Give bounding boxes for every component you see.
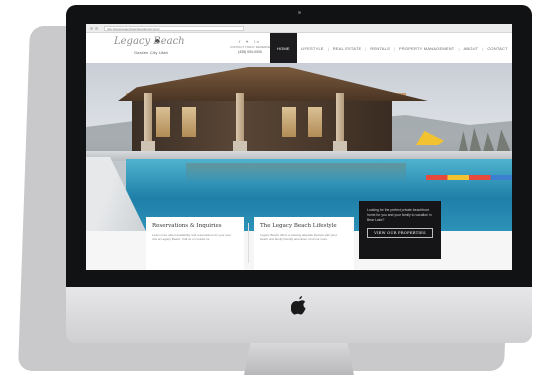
properties-cta: Looking for the perfect private beachfro… — [359, 201, 441, 259]
address-bar[interactable]: http://www.legacybeachgardencity.com/ — [104, 26, 244, 31]
reservations-card[interactable]: Reservations & Inquiries Learn more abou… — [146, 217, 244, 270]
window-button-icon[interactable] — [95, 27, 98, 30]
nav-item-property-management[interactable]: PROPERTY MANAGEMENT — [395, 33, 458, 63]
browser-toolbar: http://www.legacybeachgardencity.com/ — [86, 24, 512, 33]
window — [308, 107, 322, 137]
nav-item-real-estate[interactable]: REAL ESTATE — [329, 33, 366, 63]
window — [156, 107, 170, 137]
main-navigation: HOME LIFESTYLE | REAL ESTATE | RENTALS |… — [270, 33, 512, 63]
hero-photo — [86, 63, 512, 231]
nav-item-home[interactable]: HOME — [270, 33, 297, 63]
card-title: The Legacy Beach Lifestyle — [260, 223, 337, 229]
nav-item-contact[interactable]: CONTACT — [483, 33, 511, 63]
card-divider — [248, 223, 249, 263]
clubhouse-roof — [118, 67, 428, 101]
window-button-icon[interactable] — [90, 27, 93, 30]
lifestyle-card[interactable]: The Legacy Beach Lifestyle Legacy Beach … — [254, 217, 354, 270]
info-strip: Reservations & Inquiries Learn more abou… — [86, 201, 512, 270]
nav-item-rentals[interactable]: RENTALS — [366, 33, 394, 63]
tree-icon: ♣ — [155, 38, 160, 45]
clubhouse-building — [132, 99, 392, 151]
product-mockup: http://www.legacybeachgardencity.com/ Le… — [0, 0, 538, 379]
monitor-stand — [244, 343, 354, 375]
nav-item-lifestyle[interactable]: LIFESTYLE — [297, 33, 328, 63]
card-text: Legacy Beach offers a relaxing lakeside … — [260, 233, 338, 241]
view-properties-button[interactable]: VIEW OUR PROPERTIES — [367, 228, 433, 238]
cta-text: Looking for the perfect private beachfro… — [367, 208, 432, 222]
logo-text: Legacy Beach — [114, 36, 185, 47]
apple-logo-icon — [291, 296, 306, 315]
lane-floats — [426, 175, 512, 180]
window — [282, 107, 296, 137]
nav-item-about[interactable]: ABOUT — [460, 33, 483, 63]
site-logo[interactable]: Legacy Beach ♣ Garden City Utah — [114, 36, 204, 62]
window — [182, 107, 196, 137]
logo-subtitle: Garden City Utah — [134, 50, 169, 55]
camera-dot — [298, 11, 301, 14]
card-text: Learn more about availability and reserv… — [152, 233, 231, 241]
site-header: Legacy Beach ♣ Garden City Utah f ✦ in C… — [86, 33, 512, 63]
website-screen: http://www.legacybeachgardencity.com/ Le… — [86, 24, 512, 270]
pool-reflection — [186, 163, 406, 183]
card-title: Reservations & Inquiries — [152, 223, 222, 229]
